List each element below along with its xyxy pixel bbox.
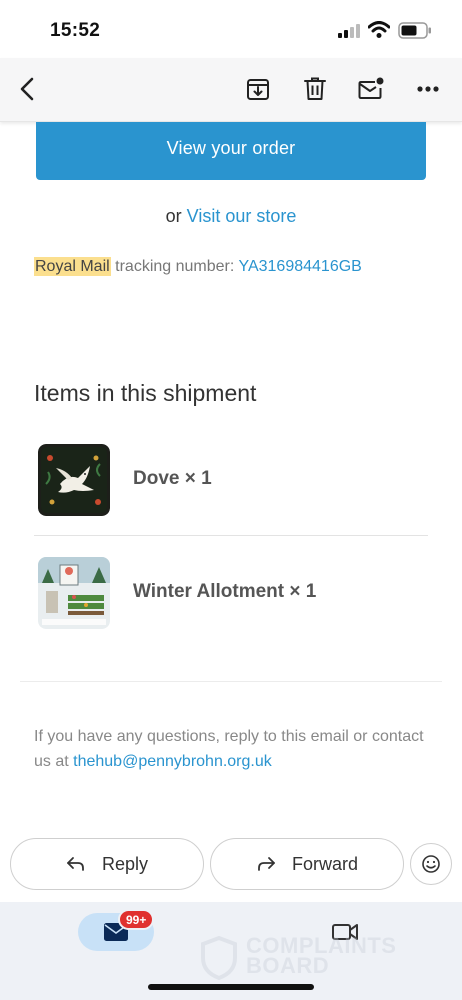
unread-count-badge: 99+ [118,909,155,930]
dove-artwork-thumbnail [38,444,110,516]
archive-icon [247,79,269,100]
item-title: Winter Allotment × 1 [133,581,317,602]
mark-unread-button[interactable] [356,72,386,106]
reply-icon [67,857,84,871]
email-body: View your order or Visit our store Royal… [0,122,462,902]
shipment-item: Winter Allotment × 1 [34,555,428,635]
view-order-button[interactable]: View your order [36,122,426,180]
tracking-label: tracking number: [115,258,235,275]
battery-icon [398,22,431,39]
forward-label: Forward [291,853,358,874]
cellular-signal-icon [338,24,360,38]
reply-label: Reply [101,853,149,874]
emoji-reaction-button[interactable] [410,843,452,885]
visit-store-link[interactable]: Visit our store [187,206,297,226]
back-icon [20,77,34,101]
watermark: COMPLAINTS BOARD [200,934,420,984]
home-indicator [148,984,314,990]
forward-icon [258,857,275,871]
watermark-shield-icon [201,936,237,980]
mark-unread-icon [358,77,384,99]
tracking-number-link[interactable]: YA316984416GB [238,258,361,275]
contact-email-link[interactable]: thehub@pennybrohn.org.uk [73,753,272,770]
visit-store-line: or Visit our store [0,206,462,227]
status-bar: 15:52 [0,0,462,58]
status-time: 15:52 [50,20,101,41]
more-icon [417,86,439,92]
bottom-tab-bar: 99+ COMPLAINTS BOARD [0,902,462,1000]
section-divider [20,681,442,682]
delete-button[interactable] [300,72,330,106]
item-divider [34,535,428,536]
reply-button[interactable]: Reply [10,838,204,890]
carrier-name: Royal Mail [34,257,111,276]
email-toolbar [0,58,462,122]
tracking-line: Royal Mail tracking number: YA316984416G… [34,257,362,276]
more-options-button[interactable] [413,72,443,106]
wifi-icon [368,21,390,38]
contact-paragraph: If you have any questions, reply to this… [34,724,434,774]
emoji-icon [422,855,440,873]
shipment-item: Dove × 1 [34,442,428,522]
winter-allotment-artwork-thumbnail [38,557,110,629]
message-actions: Reply Forward [0,838,462,894]
archive-button[interactable] [243,72,273,106]
back-button[interactable] [12,72,42,106]
item-title: Dove × 1 [133,468,212,489]
forward-button[interactable]: Forward [210,838,404,890]
watermark-text: COMPLAINTS BOARD [246,933,397,978]
trash-icon [304,77,326,100]
items-heading: Items in this shipment [34,380,257,406]
or-text: or [165,206,182,226]
